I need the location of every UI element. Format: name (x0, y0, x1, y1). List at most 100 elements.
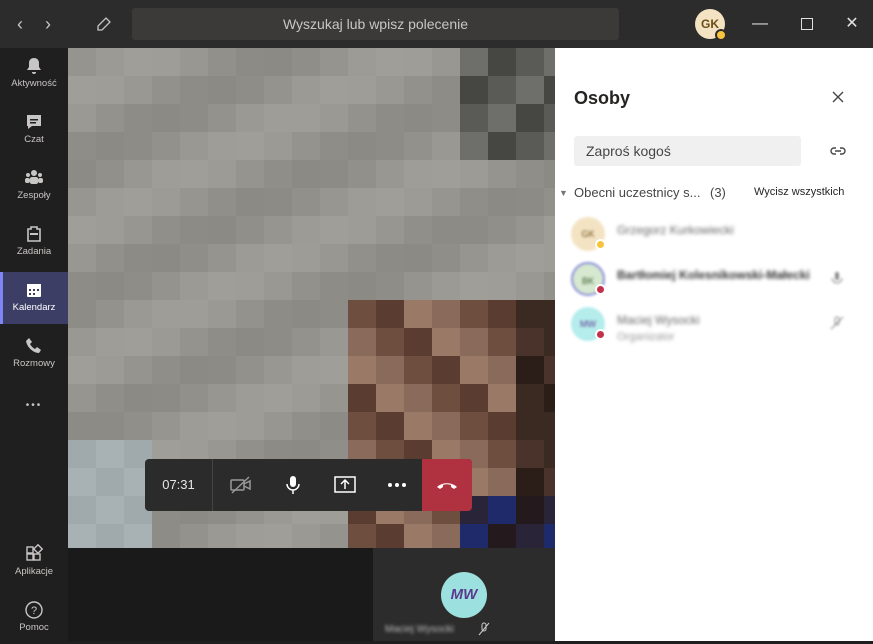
rail-item-calendar[interactable]: Kalendarz (0, 272, 68, 324)
mute-all-button[interactable]: Wycisz wszystkich (754, 186, 844, 198)
video-pixel (236, 48, 264, 76)
video-pixel (124, 104, 152, 132)
video-pixel (124, 384, 152, 412)
video-pixel (460, 356, 488, 384)
forward-button[interactable]: › (36, 12, 60, 36)
rail-item-help[interactable]: ? Pomoc (0, 592, 68, 644)
video-pixel (320, 356, 348, 384)
video-pixel (544, 496, 555, 524)
search-box[interactable]: Wyszukaj lub wpisz polecenie (132, 8, 619, 40)
rail-item-chat[interactable]: Czat (0, 104, 68, 156)
call-controls: 07:31 (145, 459, 472, 511)
video-pixel (264, 104, 292, 132)
rail-item-apps[interactable]: Aplikacje (0, 536, 68, 588)
video-pixel (96, 524, 124, 548)
participant-tile[interactable]: MW Maciej Wysocki (373, 548, 555, 641)
video-pixel (516, 244, 544, 272)
video-pixel (180, 160, 208, 188)
video-pixel (460, 132, 488, 160)
video-pixel (208, 300, 236, 328)
video-pixel (460, 272, 488, 300)
rail-item-teams[interactable]: Zespoły (0, 160, 68, 212)
hang-up-button[interactable] (422, 459, 472, 511)
video-pixel (236, 412, 264, 440)
video-pixel (516, 356, 544, 384)
video-pixel (460, 76, 488, 104)
video-pixel (516, 272, 544, 300)
bag-icon (27, 226, 41, 242)
video-pixel (432, 384, 460, 412)
video-pixel (404, 160, 432, 188)
minimize-button[interactable]: — (748, 12, 772, 36)
video-pixel (516, 468, 544, 496)
video-pixel (516, 496, 544, 524)
more-actions-button[interactable] (371, 459, 423, 511)
invite-input[interactable] (574, 136, 801, 166)
video-pixel (124, 244, 152, 272)
rail-label: Aplikacje (14, 566, 54, 577)
video-pixel (96, 468, 124, 496)
share-screen-button[interactable] (319, 459, 371, 511)
back-button[interactable]: ‹ (8, 12, 32, 36)
video-pixel (544, 48, 555, 76)
video-pixel (152, 104, 180, 132)
participant-row[interactable]: MW Maciej Wysocki Organizator (571, 305, 861, 345)
video-pixel (460, 188, 488, 216)
close-panel-button[interactable] (829, 88, 847, 106)
camera-toggle-button[interactable] (215, 459, 267, 511)
video-pixel (516, 440, 544, 468)
video-pixel (152, 160, 180, 188)
video-pixel (292, 216, 320, 244)
video-pixel (124, 356, 152, 384)
video-pixel (96, 328, 124, 356)
video-pixel (320, 132, 348, 160)
rail-item-more[interactable]: ••• (0, 388, 68, 428)
video-pixel (488, 48, 516, 76)
video-pixel (404, 244, 432, 272)
video-pixel (348, 328, 376, 356)
app-rail: Aktywność Czat Zespoły Zadania Kalendarz… (0, 48, 68, 641)
video-pixel (320, 48, 348, 76)
video-pixel (68, 412, 96, 440)
video-pixel (264, 384, 292, 412)
video-pixel (124, 300, 152, 328)
video-pixel (96, 188, 124, 216)
video-pixel (460, 328, 488, 356)
close-window-button[interactable]: ✕ (840, 12, 864, 36)
video-pixel (348, 216, 376, 244)
video-pixel (404, 384, 432, 412)
rail-item-tasks[interactable]: Zadania (0, 216, 68, 268)
user-avatar[interactable]: GK (695, 9, 727, 41)
rail-item-calls[interactable]: Rozmowy (0, 328, 68, 380)
video-pixel (264, 300, 292, 328)
video-pixel (376, 384, 404, 412)
apps-icon (26, 544, 44, 561)
participant-name: Maciej Wysocki (385, 624, 454, 635)
video-pixel (96, 300, 124, 328)
video-pixel (152, 188, 180, 216)
participant-row[interactable]: BK Bartłomiej Kolesnikowski-Małecki (571, 260, 861, 300)
video-pixel (208, 328, 236, 356)
video-pixel (264, 524, 292, 548)
video-pixel (180, 384, 208, 412)
video-pixel (264, 412, 292, 440)
video-pixel (432, 272, 460, 300)
video-pixel (488, 356, 516, 384)
video-pixel (432, 48, 460, 76)
maximize-button[interactable] (795, 12, 819, 36)
video-pixel (152, 216, 180, 244)
copy-link-button[interactable] (828, 141, 848, 161)
video-pixel (96, 160, 124, 188)
participant-row[interactable]: GK Grzegorz Kurkowiecki (571, 215, 861, 255)
rail-item-activity[interactable]: Aktywność (0, 48, 68, 100)
new-chat-button[interactable] (92, 12, 116, 36)
video-pixel (432, 524, 460, 548)
mic-toggle-button[interactable] (267, 459, 319, 511)
video-pixel (208, 412, 236, 440)
person-name: Maciej Wysocki (617, 313, 700, 327)
video-pixel (264, 328, 292, 356)
video-pixel (460, 160, 488, 188)
video-pixel (180, 188, 208, 216)
video-pixel (432, 356, 460, 384)
video-pixel (488, 272, 516, 300)
